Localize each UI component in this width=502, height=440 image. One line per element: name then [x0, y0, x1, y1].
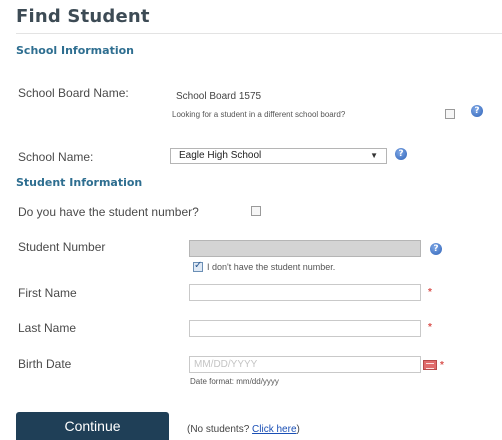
chevron-down-icon: ▼	[370, 151, 378, 160]
help-icon[interactable]: ?	[471, 105, 483, 117]
school-board-label: School Board Name:	[18, 86, 129, 100]
no-student-number-text: I don't have the student number.	[207, 262, 336, 272]
first-name-input[interactable]	[189, 284, 421, 301]
student-information-heading: Student Information	[16, 176, 143, 189]
last-name-input[interactable]	[189, 320, 421, 337]
last-name-label: Last Name	[18, 321, 77, 335]
page-title: Find Student	[16, 6, 150, 27]
no-student-number-checkbox[interactable]	[193, 260, 203, 272]
have-student-number-label: Do you have the student number?	[18, 205, 199, 219]
school-board-value: School Board 1575	[176, 91, 262, 102]
no-students-text: (No students? Click here)	[187, 424, 300, 435]
different-board-checkbox[interactable]	[445, 109, 455, 119]
calendar-icon[interactable]	[423, 360, 437, 370]
have-student-number-checkbox[interactable]	[251, 206, 261, 216]
birth-date-label: Birth Date	[18, 357, 72, 371]
help-icon[interactable]: ?	[430, 243, 442, 255]
date-format-hint: Date format: mm/dd/yyyy	[190, 377, 279, 386]
birth-date-input[interactable]: MM/DD/YYYY	[189, 356, 421, 373]
click-here-link[interactable]: Click here	[252, 424, 296, 435]
required-marker: *	[440, 360, 444, 371]
title-divider	[16, 33, 502, 34]
required-marker: *	[428, 322, 432, 333]
school-name-select[interactable]: Eagle High School ▼	[170, 148, 387, 164]
school-name-value: Eagle High School	[179, 150, 262, 161]
first-name-label: First Name	[18, 286, 77, 300]
no-students-prefix: (No students?	[187, 424, 253, 435]
student-number-label: Student Number	[18, 240, 106, 254]
birth-date-placeholder: MM/DD/YYYY	[194, 359, 258, 370]
required-marker: *	[428, 287, 432, 298]
no-students-suffix: )	[296, 424, 300, 435]
school-name-label: School Name:	[18, 150, 94, 164]
student-number-input[interactable]	[189, 240, 421, 257]
different-board-text: Looking for a student in a different sch…	[172, 110, 346, 119]
find-student-page: Find Student School Information School B…	[0, 0, 502, 440]
help-icon[interactable]: ?	[395, 148, 407, 160]
school-information-heading: School Information	[16, 44, 134, 57]
continue-button[interactable]: Continue	[16, 412, 169, 440]
